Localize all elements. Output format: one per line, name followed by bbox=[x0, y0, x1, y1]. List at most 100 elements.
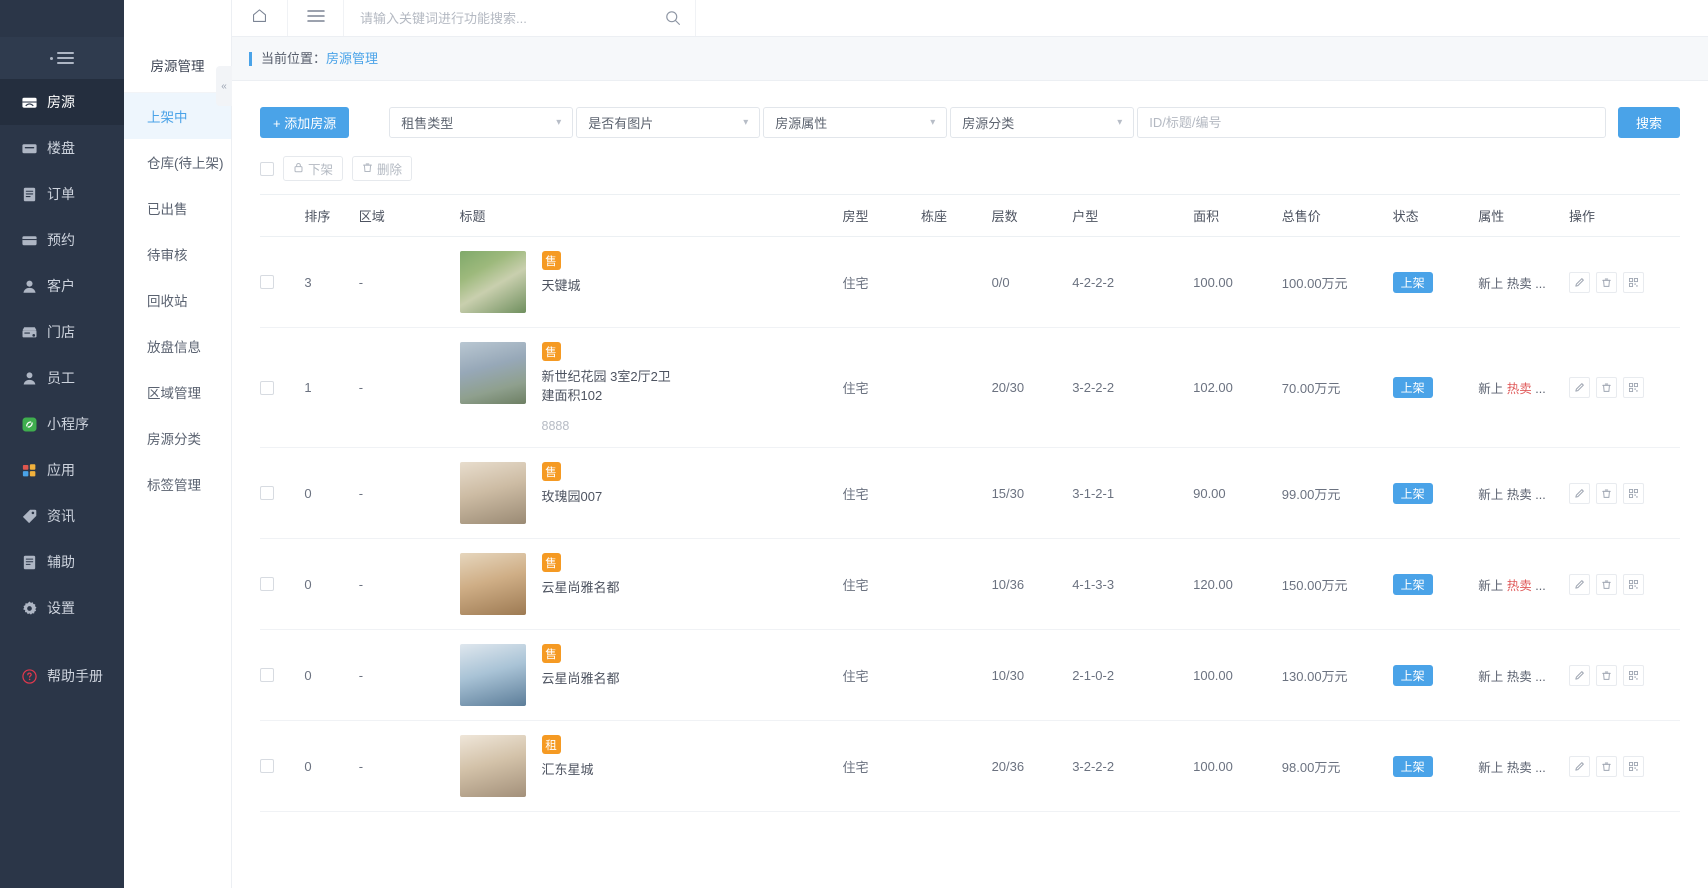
row-size: 100.00 bbox=[1193, 629, 1282, 721]
table-row[interactable]: 0 - 售 云星尚雅名都 住宅 10/36 4-1-3-3 120.00 150… bbox=[260, 538, 1680, 630]
submenu-item-3[interactable]: 已出售 bbox=[124, 185, 231, 231]
qrcode-icon[interactable] bbox=[1622, 482, 1644, 504]
table-row[interactable]: 0 - 租 汇东星城 住宅 20/36 3-2-2-2 100.00 98.00… bbox=[260, 720, 1680, 812]
row-checkbox[interactable] bbox=[260, 380, 274, 395]
trash-icon[interactable] bbox=[1595, 271, 1617, 293]
pencil-icon[interactable] bbox=[1568, 755, 1590, 777]
pencil-icon[interactable] bbox=[1568, 377, 1590, 398]
trash-icon[interactable] bbox=[1595, 573, 1617, 595]
row-thumbnail[interactable] bbox=[459, 462, 526, 524]
submenu-item-1[interactable]: 上架中 bbox=[124, 93, 231, 139]
sidebar-item-3[interactable]: 订单 bbox=[0, 171, 124, 217]
trash-icon bbox=[362, 162, 373, 176]
sidebar-item-9[interactable]: 应用 bbox=[0, 447, 124, 493]
row-title[interactable]: 汇东星城 bbox=[542, 760, 594, 779]
filter-select-3[interactable]: 房源属性 ▾ bbox=[763, 107, 948, 138]
row-thumbnail[interactable] bbox=[459, 251, 526, 313]
row-checkbox[interactable] bbox=[260, 275, 274, 289]
submenu-item-9[interactable]: 标签管理 bbox=[124, 461, 231, 507]
sidebar-item-7[interactable]: 员工 bbox=[0, 355, 124, 401]
row-title[interactable]: 玫瑰园007 bbox=[542, 487, 603, 506]
qrcode-icon[interactable] bbox=[1622, 573, 1644, 595]
breadcrumb-current[interactable]: 房源管理 bbox=[326, 51, 378, 66]
search-input[interactable] bbox=[358, 9, 665, 27]
row-title[interactable]: 新世纪花园 3室2厅2卫 bbox=[542, 367, 671, 386]
filter-select-2[interactable]: 是否有图片 ▾ bbox=[576, 107, 761, 138]
trash-icon[interactable] bbox=[1595, 377, 1617, 398]
table-row[interactable]: 0 - 售 云星尚雅名都 住宅 10/30 2-1-0-2 100.00 130… bbox=[260, 629, 1680, 721]
trash-icon[interactable] bbox=[1595, 664, 1617, 686]
sidebar-item-2[interactable]: 楼盘 bbox=[0, 125, 124, 171]
sidebar-item-help-manual[interactable]: 帮助手册 bbox=[0, 653, 124, 699]
submenu-item-2[interactable]: 仓库(待上架) bbox=[124, 139, 231, 185]
row-operations-cell bbox=[1568, 538, 1680, 630]
sidebar-item-12[interactable]: 设置 bbox=[0, 585, 124, 631]
trash-icon[interactable] bbox=[1595, 755, 1617, 777]
sidebar-item-4[interactable]: 预约 bbox=[0, 217, 124, 263]
row-thumbnail[interactable] bbox=[459, 735, 526, 797]
qrcode-icon[interactable] bbox=[1622, 377, 1644, 398]
pencil-icon[interactable] bbox=[1568, 664, 1590, 686]
submenu-item-8[interactable]: 房源分类 bbox=[124, 415, 231, 461]
menu-toggle-button[interactable] bbox=[288, 0, 344, 36]
row-price: 100.00万元 bbox=[1281, 236, 1393, 328]
filter-select-1[interactable]: 租售类型 ▾ bbox=[389, 107, 574, 138]
add-listing-button[interactable]: + 添加房源 bbox=[260, 107, 350, 138]
sidebar-item-1[interactable]: 房源 bbox=[0, 79, 124, 125]
table-row[interactable]: 0 - 售 玫瑰园007 住宅 15/30 3-1-2-1 90.00 99.0… bbox=[260, 447, 1680, 539]
row-checkbox[interactable] bbox=[260, 668, 274, 682]
chevron-left-icon[interactable]: « bbox=[216, 66, 232, 106]
row-title[interactable]: 云星尚雅名都 bbox=[542, 578, 620, 597]
row-checkbox[interactable] bbox=[260, 759, 274, 773]
row-attr-hot: 热卖 bbox=[1506, 382, 1532, 396]
row-title[interactable]: 云星尚雅名都 bbox=[542, 669, 620, 688]
collapse-menu-icon bbox=[57, 52, 74, 64]
sidebar-item-11[interactable]: 辅助 bbox=[0, 539, 124, 585]
qrcode-icon[interactable] bbox=[1622, 755, 1644, 777]
sidebar-item-6[interactable]: 门店 bbox=[0, 309, 124, 355]
table-row[interactable]: 3 - 售 天键城 住宅 0/0 4-2-2-2 100.00 100.00万元… bbox=[260, 236, 1680, 328]
pencil-icon[interactable] bbox=[1568, 271, 1590, 293]
submenu-item-4[interactable]: 待审核 bbox=[124, 231, 231, 277]
qrcode-icon[interactable] bbox=[1622, 271, 1644, 293]
global-search[interactable] bbox=[344, 0, 696, 36]
apps-icon bbox=[21, 462, 38, 479]
search-icon[interactable] bbox=[665, 10, 681, 26]
select-all-checkbox[interactable] bbox=[260, 161, 274, 176]
unlist-button[interactable]: 下架 bbox=[283, 156, 344, 181]
submenu-item-7[interactable]: 区域管理 bbox=[124, 369, 231, 415]
row-attr-new: 新上 bbox=[1478, 578, 1504, 593]
sidebar-item-8[interactable]: 小程序 bbox=[0, 401, 124, 447]
content-panel: + 添加房源 租售类型 ▾ 是否有图片 ▾ 房源属性 ▾ 房源分类 ▾ 搜索 下架 bbox=[232, 81, 1708, 888]
submenu-item-5[interactable]: 回收站 bbox=[124, 277, 231, 323]
sidebar-item-5[interactable]: 客户 bbox=[0, 263, 124, 309]
search-button[interactable]: 搜索 bbox=[1617, 107, 1680, 138]
sidebar-collapse-toggle[interactable] bbox=[0, 37, 124, 79]
th-price: 总售价 bbox=[1281, 194, 1393, 237]
table-row[interactable]: 1 - 售 新世纪花园 3室2厅2卫 建面积102 8888 住宅 20/30 … bbox=[260, 327, 1680, 448]
main-area: 当前位置： 房源管理 + 添加房源 租售类型 ▾ 是否有图片 ▾ 房源属性 ▾ 房源分类 ▾ … bbox=[232, 0, 1708, 888]
row-checkbox[interactable] bbox=[260, 486, 274, 500]
pencil-icon[interactable] bbox=[1568, 573, 1590, 595]
row-checkbox-cell bbox=[260, 327, 305, 448]
submenu-item-6[interactable]: 放盘信息 bbox=[124, 323, 231, 369]
filter-select-4[interactable]: 房源分类 ▾ bbox=[950, 107, 1135, 138]
batch-delete-button[interactable]: 删除 bbox=[352, 156, 413, 181]
row-thumbnail[interactable] bbox=[459, 644, 526, 706]
sidebar-item-10[interactable]: 资讯 bbox=[0, 493, 124, 539]
row-thumbnail[interactable] bbox=[459, 553, 526, 615]
pencil-icon[interactable] bbox=[1568, 482, 1590, 504]
row-title[interactable]: 天键城 bbox=[542, 276, 581, 295]
submenu-list: 上架中仓库(待上架) 已出售 待审核 回收站 放盘信息 区域管理 房源分类 标签管理 bbox=[124, 93, 231, 507]
row-attribute-cell: 新上 热卖 ... bbox=[1478, 327, 1569, 448]
row-checkbox[interactable] bbox=[260, 577, 274, 591]
submenu-item-label: 上架中 bbox=[147, 110, 188, 125]
sidebar-item-label: 预约 bbox=[47, 232, 75, 248]
user-icon bbox=[21, 278, 38, 295]
row-thumbnail[interactable] bbox=[459, 342, 526, 404]
home-button[interactable] bbox=[232, 0, 288, 36]
trash-icon[interactable] bbox=[1595, 482, 1617, 504]
qrcode-icon[interactable] bbox=[1622, 664, 1644, 686]
sidebar-item-label: 房源 bbox=[47, 94, 75, 110]
keyword-input[interactable] bbox=[1137, 107, 1606, 138]
